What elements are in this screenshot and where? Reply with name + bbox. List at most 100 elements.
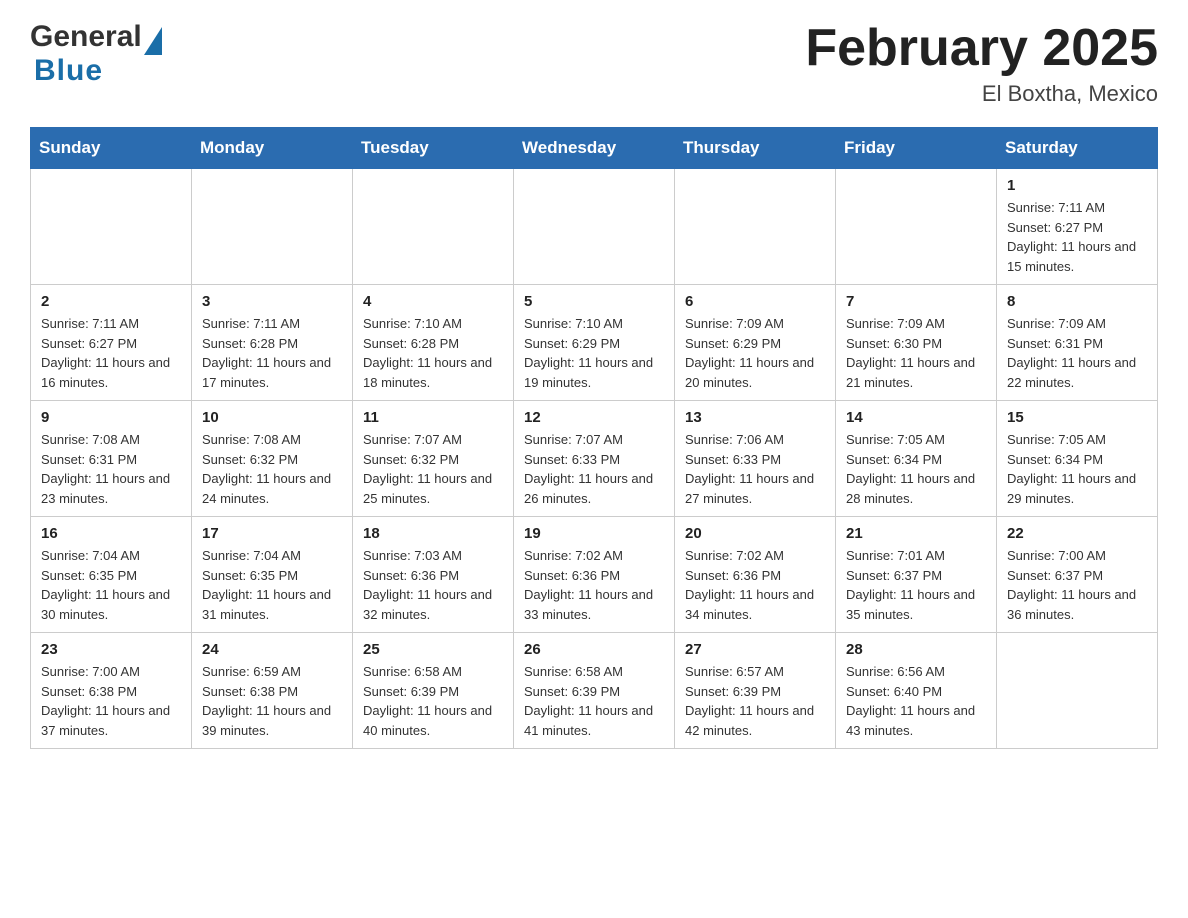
day-number: 17 [202, 525, 342, 542]
day-number: 3 [202, 293, 342, 310]
calendar-cell [836, 169, 997, 285]
day-info: Sunrise: 7:05 AM Sunset: 6:34 PM Dayligh… [846, 430, 986, 508]
day-info: Sunrise: 7:09 AM Sunset: 6:30 PM Dayligh… [846, 314, 986, 392]
day-number: 8 [1007, 293, 1147, 310]
calendar-cell [31, 169, 192, 285]
day-info: Sunrise: 7:10 AM Sunset: 6:29 PM Dayligh… [524, 314, 664, 392]
day-number: 22 [1007, 525, 1147, 542]
day-info: Sunrise: 7:05 AM Sunset: 6:34 PM Dayligh… [1007, 430, 1147, 508]
weekday-header-sunday: Sunday [31, 128, 192, 169]
day-number: 27 [685, 641, 825, 658]
day-info: Sunrise: 7:00 AM Sunset: 6:38 PM Dayligh… [41, 662, 181, 740]
calendar-cell: 27 Sunrise: 6:57 AM Sunset: 6:39 PM Dayli… [675, 633, 836, 749]
calendar-cell: 19 Sunrise: 7:02 AM Sunset: 6:36 PM Dayli… [514, 517, 675, 633]
day-info: Sunrise: 7:10 AM Sunset: 6:28 PM Dayligh… [363, 314, 503, 392]
day-info: Sunrise: 6:59 AM Sunset: 6:38 PM Dayligh… [202, 662, 342, 740]
title-area: February 2025 El Boxtha, Mexico [805, 20, 1158, 107]
day-info: Sunrise: 7:08 AM Sunset: 6:32 PM Dayligh… [202, 430, 342, 508]
day-info: Sunrise: 7:02 AM Sunset: 6:36 PM Dayligh… [685, 546, 825, 624]
day-info: Sunrise: 7:01 AM Sunset: 6:37 PM Dayligh… [846, 546, 986, 624]
calendar-cell: 26Sunrise: 6:58 AM Sunset: 6:39 PM Dayli… [514, 633, 675, 749]
calendar-cell: 28 Sunrise: 6:56 AM Sunset: 6:40 PM Dayli… [836, 633, 997, 749]
logo: General Blue [30, 20, 162, 88]
weekday-header-saturday: Saturday [997, 128, 1158, 169]
calendar-cell: 8 Sunrise: 7:09 AM Sunset: 6:31 PM Daylig… [997, 285, 1158, 401]
week-row-4: 16 Sunrise: 7:04 AM Sunset: 6:35 PM Dayli… [31, 517, 1158, 633]
day-number: 15 [1007, 409, 1147, 426]
calendar-cell: 25 Sunrise: 6:58 AM Sunset: 6:39 PM Dayli… [353, 633, 514, 749]
day-number: 1 [1007, 177, 1147, 194]
day-info: Sunrise: 7:08 AM Sunset: 6:31 PM Dayligh… [41, 430, 181, 508]
calendar-cell: 11 Sunrise: 7:07 AM Sunset: 6:32 PM Dayli… [353, 401, 514, 517]
calendar-cell: 6Sunrise: 7:09 AM Sunset: 6:29 PM Daylig… [675, 285, 836, 401]
day-number: 12 [524, 409, 664, 426]
week-row-2: 2 Sunrise: 7:11 AM Sunset: 6:27 PM Daylig… [31, 285, 1158, 401]
day-number: 10 [202, 409, 342, 426]
calendar-cell: 3 Sunrise: 7:11 AM Sunset: 6:28 PM Daylig… [192, 285, 353, 401]
day-number: 5 [524, 293, 664, 310]
day-number: 21 [846, 525, 986, 542]
logo-blue-text: Blue [34, 54, 103, 88]
day-number: 16 [41, 525, 181, 542]
weekday-header-row: SundayMondayTuesdayWednesdayThursdayFrid… [31, 128, 1158, 169]
day-info: Sunrise: 7:04 AM Sunset: 6:35 PM Dayligh… [41, 546, 181, 624]
calendar-cell [192, 169, 353, 285]
weekday-header-monday: Monday [192, 128, 353, 169]
week-row-1: 1Sunrise: 7:11 AM Sunset: 6:27 PM Daylig… [31, 169, 1158, 285]
calendar-cell: 7 Sunrise: 7:09 AM Sunset: 6:30 PM Daylig… [836, 285, 997, 401]
day-number: 28 [846, 641, 986, 658]
calendar-cell [675, 169, 836, 285]
day-info: Sunrise: 7:09 AM Sunset: 6:31 PM Dayligh… [1007, 314, 1147, 392]
day-number: 14 [846, 409, 986, 426]
calendar-cell: 2 Sunrise: 7:11 AM Sunset: 6:27 PM Daylig… [31, 285, 192, 401]
day-info: Sunrise: 7:03 AM Sunset: 6:36 PM Dayligh… [363, 546, 503, 624]
calendar-cell: 15 Sunrise: 7:05 AM Sunset: 6:34 PM Dayli… [997, 401, 1158, 517]
calendar-cell: 20 Sunrise: 7:02 AM Sunset: 6:36 PM Dayli… [675, 517, 836, 633]
day-number: 2 [41, 293, 181, 310]
weekday-header-thursday: Thursday [675, 128, 836, 169]
day-number: 20 [685, 525, 825, 542]
day-info: Sunrise: 6:58 AM Sunset: 6:39 PM Dayligh… [363, 662, 503, 740]
calendar-cell: 5 Sunrise: 7:10 AM Sunset: 6:29 PM Daylig… [514, 285, 675, 401]
day-number: 23 [41, 641, 181, 658]
week-row-5: 23 Sunrise: 7:00 AM Sunset: 6:38 PM Dayli… [31, 633, 1158, 749]
calendar-cell: 17Sunrise: 7:04 AM Sunset: 6:35 PM Dayli… [192, 517, 353, 633]
day-info: Sunrise: 6:57 AM Sunset: 6:39 PM Dayligh… [685, 662, 825, 740]
logo-arrow-icon [144, 27, 162, 55]
day-info: Sunrise: 6:58 AM Sunset: 6:39 PM Dayligh… [524, 662, 664, 740]
day-info: Sunrise: 7:06 AM Sunset: 6:33 PM Dayligh… [685, 430, 825, 508]
location-text: El Boxtha, Mexico [805, 81, 1158, 107]
day-number: 19 [524, 525, 664, 542]
day-info: Sunrise: 7:02 AM Sunset: 6:36 PM Dayligh… [524, 546, 664, 624]
calendar-cell: 21 Sunrise: 7:01 AM Sunset: 6:37 PM Dayli… [836, 517, 997, 633]
calendar-cell [514, 169, 675, 285]
day-number: 13 [685, 409, 825, 426]
day-info: Sunrise: 7:11 AM Sunset: 6:27 PM Dayligh… [41, 314, 181, 392]
calendar-cell: 18 Sunrise: 7:03 AM Sunset: 6:36 PM Dayli… [353, 517, 514, 633]
calendar-cell: 12 Sunrise: 7:07 AM Sunset: 6:33 PM Dayli… [514, 401, 675, 517]
day-number: 18 [363, 525, 503, 542]
day-number: 6 [685, 293, 825, 310]
week-row-3: 9Sunrise: 7:08 AM Sunset: 6:31 PM Daylig… [31, 401, 1158, 517]
weekday-header-friday: Friday [836, 128, 997, 169]
calendar-cell: 13 Sunrise: 7:06 AM Sunset: 6:33 PM Dayli… [675, 401, 836, 517]
day-info: Sunrise: 7:00 AM Sunset: 6:37 PM Dayligh… [1007, 546, 1147, 624]
day-info: Sunrise: 7:07 AM Sunset: 6:33 PM Dayligh… [524, 430, 664, 508]
month-title: February 2025 [805, 20, 1158, 77]
day-number: 11 [363, 409, 503, 426]
day-number: 25 [363, 641, 503, 658]
calendar-cell: 16 Sunrise: 7:04 AM Sunset: 6:35 PM Dayli… [31, 517, 192, 633]
header: General Blue February 2025 El Boxtha, Me… [30, 20, 1158, 107]
day-info: Sunrise: 7:11 AM Sunset: 6:28 PM Dayligh… [202, 314, 342, 392]
day-number: 24 [202, 641, 342, 658]
day-info: Sunrise: 6:56 AM Sunset: 6:40 PM Dayligh… [846, 662, 986, 740]
calendar-cell: 9Sunrise: 7:08 AM Sunset: 6:31 PM Daylig… [31, 401, 192, 517]
weekday-header-wednesday: Wednesday [514, 128, 675, 169]
calendar-cell [353, 169, 514, 285]
calendar-table: SundayMondayTuesdayWednesdayThursdayFrid… [30, 127, 1158, 749]
calendar-cell: 23 Sunrise: 7:00 AM Sunset: 6:38 PM Dayli… [31, 633, 192, 749]
weekday-header-tuesday: Tuesday [353, 128, 514, 169]
day-number: 7 [846, 293, 986, 310]
day-info: Sunrise: 7:07 AM Sunset: 6:32 PM Dayligh… [363, 430, 503, 508]
calendar-cell: 10 Sunrise: 7:08 AM Sunset: 6:32 PM Dayli… [192, 401, 353, 517]
